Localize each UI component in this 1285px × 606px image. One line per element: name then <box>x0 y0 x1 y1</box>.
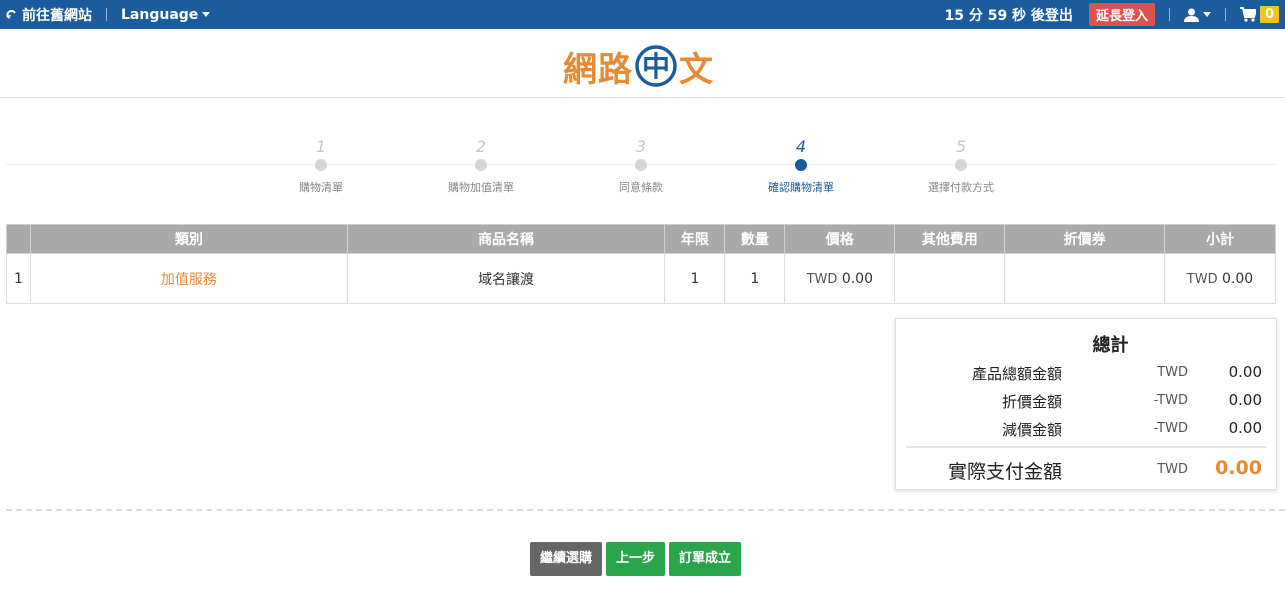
summary-value: 0.00 <box>1228 391 1262 409</box>
user-icon <box>1183 8 1199 22</box>
column-header-other-fee: 其他費用 <box>894 224 1006 254</box>
category-link[interactable]: 加值服務 <box>161 272 217 288</box>
step-number: 2 <box>475 137 487 156</box>
summary-divider <box>906 446 1266 448</box>
logo-text-right: 文 <box>679 49 714 90</box>
continue-shopping-button[interactable]: 繼續選購 <box>530 542 603 576</box>
table-row: 1 加值服務 域名讓渡 1 1 TWD 0.00 TWD 0.00 <box>6 253 1276 304</box>
summary-value: 0.00 <box>1228 419 1262 437</box>
summary-value: 0.00 <box>1228 363 1262 381</box>
summary-row-product-total: 產品總額金額 TWD 0.00 <box>896 363 1278 385</box>
extend-login-button[interactable]: 延長登入 <box>1088 3 1155 26</box>
summary-currency: TWD <box>1157 365 1188 380</box>
step-dot <box>795 159 807 171</box>
summary-label: 產品總額金額 <box>971 365 1062 383</box>
logo-text-left: 網路 <box>563 49 633 90</box>
summary-row-discount: 折價金額 -TWD 0.00 <box>896 391 1278 413</box>
row-subtotal: TWD 0.00 <box>1164 253 1276 304</box>
table-header-row: 類別 商品名稱 年限 數量 價格 其他費用 折價券 小計 <box>6 224 1276 254</box>
language-dropdown[interactable]: Language <box>121 6 211 23</box>
column-header-product: 商品名稱 <box>346 224 666 254</box>
step-number: 3 <box>635 137 647 156</box>
step-number: 5 <box>955 137 967 156</box>
subtotal-currency: TWD <box>1186 271 1218 287</box>
summary-currency: -TWD <box>1153 393 1188 408</box>
row-category: 加值服務 <box>29 253 348 304</box>
previous-step-button[interactable]: 上一步 <box>606 542 666 576</box>
subtotal-value: 0.00 <box>1222 270 1254 287</box>
logout-countdown: 15 分 59 秒 後登出 <box>944 7 1073 24</box>
price-currency: TWD <box>806 271 838 287</box>
site-logo[interactable]: 網路 中 文 <box>563 43 714 90</box>
summary-currency: TWD <box>1157 462 1188 477</box>
summary-total-value: 0.00 <box>1215 457 1262 479</box>
old-site-link[interactable]: 前往舊網站 <box>6 5 92 25</box>
dashed-divider <box>6 509 1285 511</box>
row-years: 1 <box>664 253 726 304</box>
step-label: 購物清單 <box>299 181 343 194</box>
summary-row-reduction: 減價金額 -TWD 0.00 <box>896 419 1278 441</box>
summary-label: 減價金額 <box>1001 421 1062 439</box>
step-dot <box>315 159 327 171</box>
column-header-subtotal: 小計 <box>1164 224 1276 254</box>
step-label: 確認購物清單 <box>768 181 834 194</box>
summary-label: 折價金額 <box>1001 393 1062 411</box>
submit-order-button[interactable]: 訂單成立 <box>669 542 742 576</box>
step-label: 選擇付款方式 <box>928 181 994 194</box>
summary-row-pay-total: 實際支付金額 TWD 0.00 <box>896 457 1278 483</box>
step-label: 同意條款 <box>619 181 663 194</box>
step-dot <box>635 159 647 171</box>
logo-globe-icon: 中 <box>634 43 678 89</box>
column-header-years: 年限 <box>664 224 726 254</box>
step-dot <box>955 159 967 171</box>
step-number: 4 <box>795 137 807 156</box>
summary-currency: -TWD <box>1153 421 1188 436</box>
step-4: 4 確認購物清單 <box>731 137 871 195</box>
column-header-index <box>6 224 31 254</box>
step-5: 5 選擇付款方式 <box>891 137 1031 195</box>
cart-table: 類別 商品名稱 年限 數量 價格 其他費用 折價券 小計 1 加值服務 域名讓渡… <box>6 224 1276 304</box>
column-header-coupon: 折價券 <box>1004 224 1166 254</box>
summary-label: 實際支付金額 <box>947 461 1062 483</box>
row-price: TWD 0.00 <box>784 253 896 304</box>
site-header: 網路 中 文 <box>0 29 1285 98</box>
user-menu-dropdown[interactable] <box>1183 8 1211 22</box>
divider <box>1224 8 1226 21</box>
step-dot <box>475 159 487 171</box>
row-other-fee <box>894 253 1006 304</box>
action-buttons: 繼續選購 上一步 訂單成立 <box>530 542 742 576</box>
chevron-down-icon <box>202 12 211 17</box>
row-qty: 1 <box>724 253 786 304</box>
row-index: 1 <box>6 253 31 304</box>
back-arrow-icon <box>6 9 18 21</box>
row-coupon <box>1004 253 1166 304</box>
divider <box>106 8 107 21</box>
divider <box>1168 8 1170 21</box>
step-number: 1 <box>315 137 327 156</box>
column-header-qty: 數量 <box>724 224 786 254</box>
top-bar: 前往舊網站 Language 15 分 59 秒 後登出 延長登入 0 <box>0 0 1285 29</box>
column-header-category: 類別 <box>29 224 348 254</box>
step-2: 2 購物加值清單 <box>411 137 551 195</box>
step-label: 購物加值清單 <box>448 181 514 194</box>
step-1: 1 購物清單 <box>251 137 391 195</box>
summary-title: 總計 <box>1092 335 1129 356</box>
language-label: Language <box>121 6 199 23</box>
cart-icon <box>1239 7 1256 22</box>
order-summary: 總計 產品總額金額 TWD 0.00 折價金額 -TWD 0.00 減價金額 -… <box>895 318 1277 490</box>
logo-text-middle: 中 <box>642 50 670 83</box>
price-value: 0.00 <box>841 270 873 287</box>
chevron-down-icon <box>1202 12 1211 17</box>
column-header-price: 價格 <box>784 224 896 254</box>
cart-button[interactable]: 0 <box>1239 6 1279 23</box>
step-3: 3 同意條款 <box>571 137 711 195</box>
old-site-label: 前往舊網站 <box>22 7 92 24</box>
cart-count-badge: 0 <box>1259 6 1279 23</box>
row-product: 域名讓渡 <box>346 253 666 304</box>
